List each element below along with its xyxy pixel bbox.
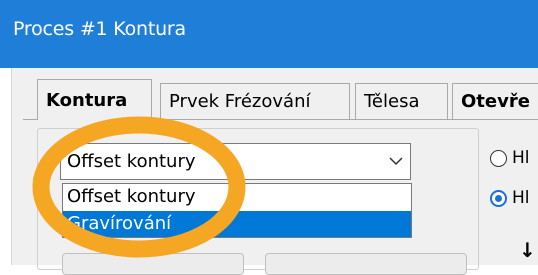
dropdown-list: Offset kontury Gravírování — [62, 183, 412, 238]
dropdown-option-offset-kontury[interactable]: Offset kontury — [63, 184, 411, 210]
dropdown-option-gravirovani[interactable]: Gravírování — [63, 211, 411, 237]
tab-telesa[interactable]: Tělesa — [355, 83, 448, 119]
tab-kontura[interactable]: Kontura — [37, 79, 152, 120]
title-bar: Proces #1 Kontura — [0, 0, 538, 68]
radio-option-1-label: Hl — [512, 148, 530, 168]
radio-option-1[interactable] — [490, 150, 507, 167]
contour-type-select[interactable]: Offset kontury — [60, 143, 411, 180]
radio-option-2[interactable] — [490, 190, 507, 207]
tab-otevrene[interactable]: Otevře — [452, 83, 538, 119]
window-title: Proces #1 Kontura — [13, 18, 186, 40]
partial-field-right — [265, 253, 467, 275]
tab-prvek-frezovani[interactable]: Prvek Frézování — [160, 83, 350, 119]
combo-selected-value: Offset kontury — [67, 151, 196, 172]
radio-option-2-label: Hl — [512, 188, 530, 208]
partial-field-left — [62, 253, 244, 275]
down-arrow-icon: ↓ — [519, 238, 536, 262]
chevron-down-icon[interactable] — [388, 154, 404, 168]
